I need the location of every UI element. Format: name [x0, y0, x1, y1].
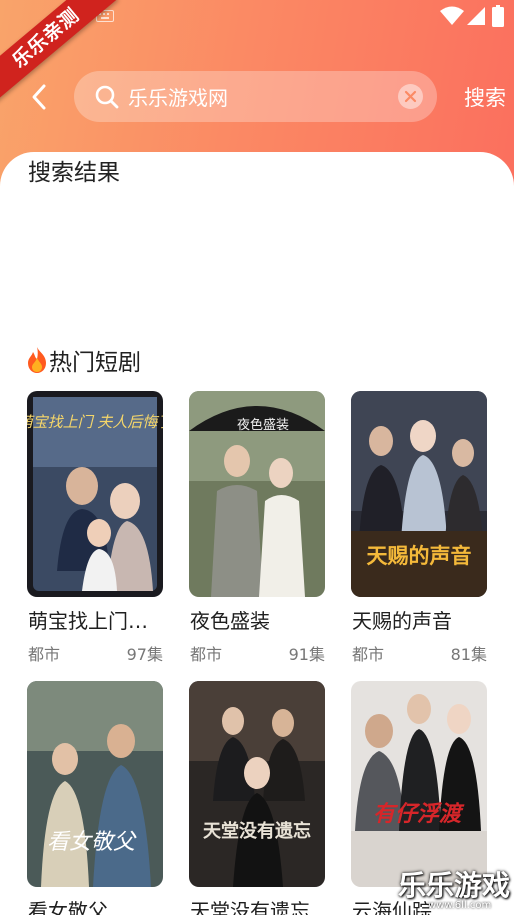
- drama-title: 夜色盛装: [190, 609, 270, 633]
- drama-episodes: 91集: [288, 645, 325, 664]
- site-watermark: 乐乐游戏 www.6ll.com: [398, 864, 514, 915]
- hot-dramas-title: 热门短剧: [49, 350, 141, 376]
- drama-genre: 都市: [190, 645, 223, 664]
- search-results-heading: 搜索结果: [28, 160, 120, 186]
- poster-title: 天赐的声音: [367, 544, 472, 568]
- drama-title: 看女敬父: [28, 899, 108, 915]
- drama-title: 天赐的声音: [352, 609, 452, 633]
- poster-title: 萌宝找上门 夫人后悔了: [27, 413, 163, 431]
- search-box[interactable]: [74, 71, 437, 122]
- drama-poster: 看女敬父: [27, 681, 163, 887]
- drama-poster: 天堂没有遗忘: [189, 681, 325, 887]
- drama-episodes: 81集: [450, 645, 487, 664]
- clear-icon[interactable]: [398, 84, 423, 109]
- site-watermark-url: www.6ll.com: [428, 900, 492, 911]
- search-input[interactable]: [128, 79, 388, 114]
- poster-title: 天堂没有遗忘: [203, 820, 311, 842]
- drama-episodes: 97集: [126, 645, 163, 664]
- fire-icon: [28, 347, 46, 373]
- drama-poster: 有仔浮渡: [351, 681, 487, 887]
- drama-genre: 都市: [28, 645, 61, 664]
- drama-title: 萌宝找上门…: [28, 609, 148, 633]
- search-icon: [95, 85, 119, 109]
- hot-dramas-heading: 热门短剧: [26, 344, 141, 376]
- site-watermark-title: 乐乐游戏: [398, 869, 511, 902]
- back-arrow-icon: [32, 84, 46, 110]
- poster-title: 看女敬父: [47, 830, 137, 855]
- wifi-icon: [440, 6, 464, 25]
- battery-icon: [492, 5, 504, 27]
- drama-genre: 都市: [352, 645, 385, 664]
- poster-title: 有仔浮渡: [373, 801, 465, 827]
- search-button[interactable]: 搜索: [464, 82, 514, 112]
- drama-poster: 萌宝找上门 夫人后悔了: [27, 391, 163, 597]
- drama-title: 天堂没有遗忘: [190, 899, 310, 915]
- back-button[interactable]: [24, 80, 54, 114]
- drama-poster: 夜色盛装: [189, 391, 325, 597]
- poster-title: 夜色盛装: [237, 417, 289, 433]
- drama-poster: 天赐的声音: [351, 391, 487, 597]
- signal-icon: [467, 7, 485, 25]
